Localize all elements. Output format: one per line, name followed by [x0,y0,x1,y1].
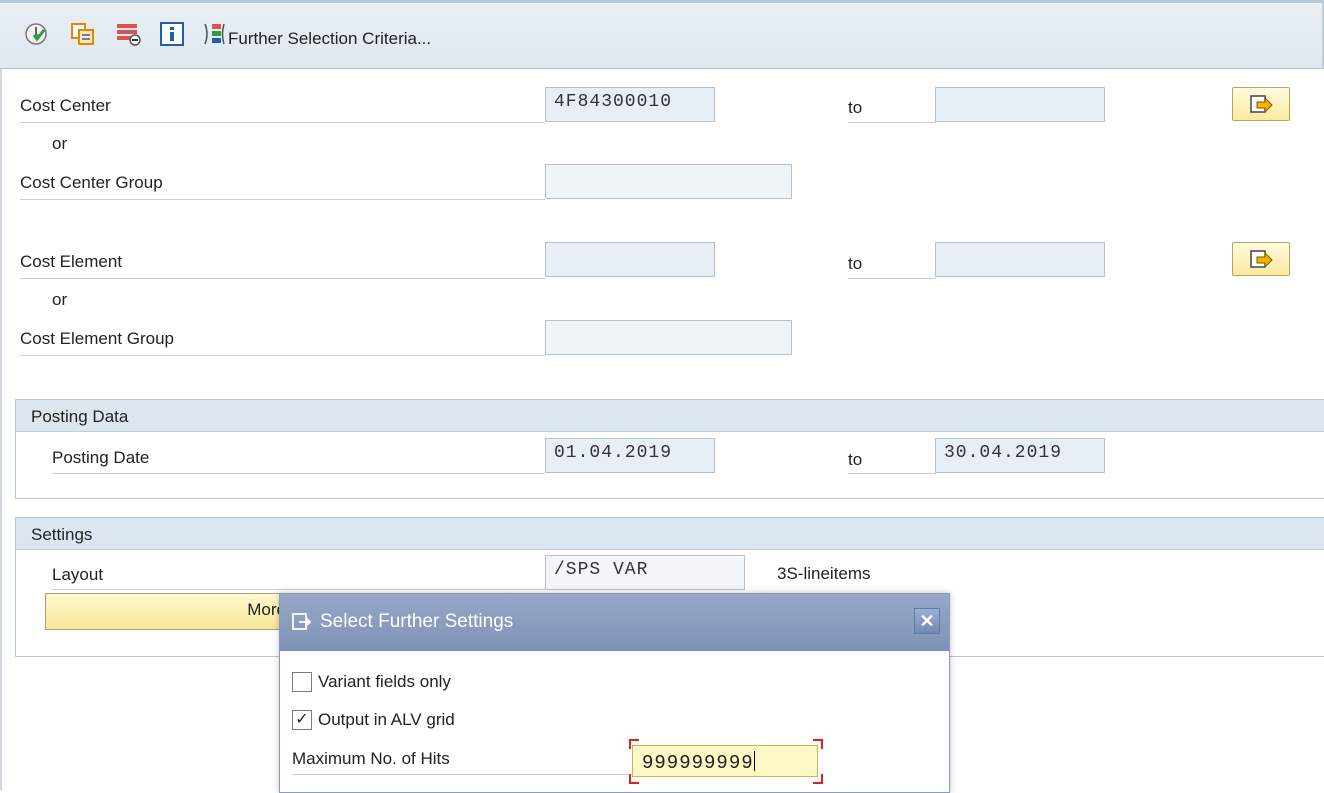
cost-center-to-label: to [848,98,936,123]
multiple-selection-arrow-icon [1233,250,1289,279]
cost-element-to-input[interactable] [935,242,1105,277]
focus-marker [813,739,823,749]
cost-element-to-label: to [848,254,936,279]
cost-element-label: Cost Element [20,252,545,279]
cost-center-from-input[interactable]: 4F84300010 [545,87,715,122]
dialog-window-icon [292,611,314,637]
focus-marker [629,739,639,749]
posting-date-label: Posting Date [52,448,545,474]
copy-icon[interactable] [70,22,94,46]
variant-fields-only-label: Variant fields only [318,672,451,691]
cost-center-to-input[interactable] [935,87,1105,122]
cost-center-label: Cost Center [20,96,545,123]
checkmark-icon: ✓ [295,711,309,728]
maximum-hits-label: Maximum No. of Hits [292,749,632,775]
cost-element-group-label: Cost Element Group [20,329,545,356]
multiple-selection-arrow-icon [1233,95,1289,124]
cost-element-group-input[interactable] [545,320,792,355]
cost-center-multiple-selection-button[interactable] [1232,87,1290,121]
layout-description: 3S-lineitems [777,564,871,583]
cost-element-multiple-selection-button[interactable] [1232,242,1290,276]
left-border [0,69,2,790]
cost-center-group-input[interactable] [545,164,792,199]
dialog-title: Select Further Settings [320,611,514,632]
delete-row-icon[interactable] [116,22,141,46]
text-cursor [753,751,755,771]
maximum-hits-input[interactable]: 999999999 [632,745,818,777]
select-further-settings-dialog: Select Further Settings ✕ Variant fields… [279,593,950,793]
focus-marker [813,774,823,784]
cost-element-from-input[interactable] [545,242,715,277]
maximum-hits-value: 999999999 [642,752,754,774]
focus-marker [629,774,639,784]
selection-criteria-icon[interactable] [202,22,226,46]
output-alv-grid-label: Output in ALV grid [318,710,455,729]
further-selection-criteria-button[interactable]: Further Selection Criteria... [228,29,431,49]
execute-icon[interactable] [24,22,48,46]
or-label-cost-center: or [52,134,68,153]
output-alv-grid-checkbox[interactable]: ✓ [292,710,312,730]
info-icon[interactable] [160,22,184,46]
variant-fields-only-checkbox[interactable] [292,672,312,692]
posting-date-from-input[interactable]: 01.04.2019 [545,438,715,473]
cost-center-group-label: Cost Center Group [20,173,545,200]
or-label-cost-element: or [52,290,68,309]
posting-date-to-label: to [848,450,936,474]
posting-date-to-input[interactable]: 30.04.2019 [935,438,1105,473]
posting-data-title: Posting Data [16,400,1324,432]
layout-label: Layout [52,565,545,590]
application-toolbar: Further Selection Criteria... [0,3,1324,69]
layout-input[interactable]: /SPS VAR [545,555,745,590]
settings-title: Settings [16,518,1324,550]
dialog-close-button[interactable]: ✕ [914,608,940,634]
close-icon: ✕ [919,611,935,631]
dialog-title-bar: Select Further Settings ✕ [280,594,949,651]
